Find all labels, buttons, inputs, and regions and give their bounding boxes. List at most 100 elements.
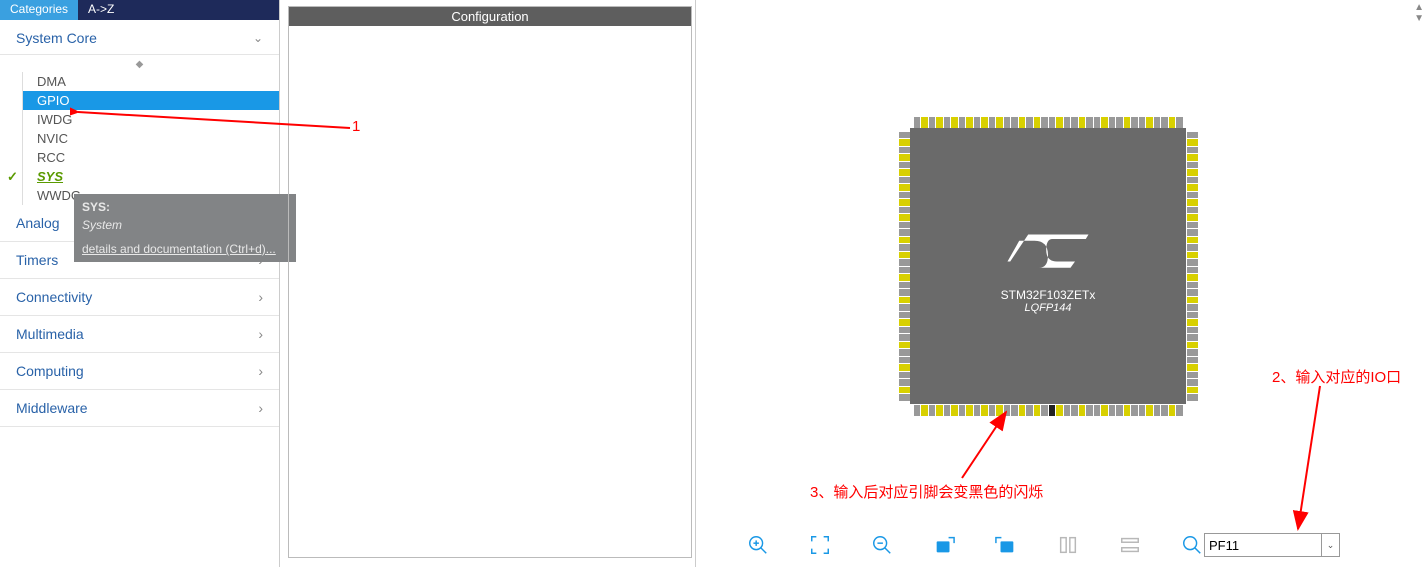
pin[interactable] — [1176, 405, 1183, 416]
pin[interactable] — [1071, 405, 1078, 416]
pin[interactable] — [1026, 405, 1033, 416]
pin[interactable] — [1049, 405, 1056, 416]
category-system-core[interactable]: System Core ⌄ — [0, 20, 279, 55]
category-computing[interactable]: Computing› — [0, 353, 279, 390]
pin[interactable] — [1131, 117, 1138, 128]
pin[interactable] — [936, 117, 943, 128]
pin[interactable] — [1187, 274, 1198, 281]
pin[interactable] — [1079, 405, 1086, 416]
pin[interactable] — [1187, 199, 1198, 206]
pin[interactable] — [1187, 289, 1198, 296]
pin[interactable] — [1154, 405, 1161, 416]
pin[interactable] — [929, 405, 936, 416]
pin[interactable] — [914, 117, 921, 128]
pin[interactable] — [1187, 372, 1198, 379]
pin[interactable] — [1187, 154, 1198, 161]
pin[interactable] — [1131, 405, 1138, 416]
pin[interactable] — [899, 274, 910, 281]
pin[interactable] — [1079, 117, 1086, 128]
pin[interactable] — [1187, 364, 1198, 371]
pin[interactable] — [1187, 349, 1198, 356]
pin[interactable] — [1146, 405, 1153, 416]
pin[interactable] — [1049, 117, 1056, 128]
search-icon[interactable] — [1180, 533, 1204, 557]
pin[interactable] — [899, 304, 910, 311]
pin[interactable] — [1169, 117, 1176, 128]
pin[interactable] — [899, 267, 910, 274]
pin[interactable] — [899, 297, 910, 304]
pin[interactable] — [1187, 252, 1198, 259]
pin[interactable] — [1109, 117, 1116, 128]
sidebar-item-rcc[interactable]: RCC — [23, 148, 279, 167]
pin[interactable] — [1086, 405, 1093, 416]
pin[interactable] — [1187, 147, 1198, 154]
pin[interactable] — [1187, 177, 1198, 184]
pin[interactable] — [1004, 117, 1011, 128]
chip-body[interactable]: STM32F103ZETx LQFP144 — [910, 128, 1186, 404]
rotate-left-icon[interactable] — [994, 533, 1018, 557]
pin[interactable] — [899, 162, 910, 169]
pin-search-input[interactable] — [1204, 533, 1322, 557]
pin[interactable] — [1139, 117, 1146, 128]
pin[interactable] — [1071, 117, 1078, 128]
pin[interactable] — [1041, 117, 1048, 128]
pin[interactable] — [944, 405, 951, 416]
pin[interactable] — [899, 357, 910, 364]
pin[interactable] — [1034, 117, 1041, 128]
pin[interactable] — [914, 405, 921, 416]
pin[interactable] — [899, 334, 910, 341]
pin[interactable] — [1187, 327, 1198, 334]
tooltip-link[interactable]: details and documentation (Ctrl+d)... — [82, 232, 288, 256]
pin[interactable] — [1026, 117, 1033, 128]
pin[interactable] — [1124, 405, 1131, 416]
pin[interactable] — [1064, 405, 1071, 416]
sidebar-item-sys[interactable]: SYS — [23, 167, 279, 186]
pin[interactable] — [1187, 222, 1198, 229]
pin[interactable] — [989, 117, 996, 128]
pin[interactable] — [1187, 229, 1198, 236]
pin[interactable] — [1041, 405, 1048, 416]
sidebar-item-dma[interactable]: DMA — [23, 72, 279, 91]
pin[interactable] — [1187, 267, 1198, 274]
pin[interactable] — [1101, 405, 1108, 416]
pin[interactable] — [1094, 405, 1101, 416]
sort-caret-icon[interactable]: ◆ — [0, 55, 279, 72]
pin[interactable] — [1187, 379, 1198, 386]
pin[interactable] — [1187, 259, 1198, 266]
pin[interactable] — [899, 147, 910, 154]
pin[interactable] — [899, 312, 910, 319]
pin[interactable] — [1187, 312, 1198, 319]
scroll-indicator-icon[interactable]: ▲▼ — [1414, 2, 1424, 24]
pin[interactable] — [1019, 117, 1026, 128]
pin[interactable] — [899, 252, 910, 259]
pin[interactable] — [899, 132, 910, 139]
pin[interactable] — [899, 169, 910, 176]
tab-az[interactable]: A->Z — [78, 0, 124, 20]
pin[interactable] — [899, 154, 910, 161]
pin[interactable] — [1187, 244, 1198, 251]
pin[interactable] — [1187, 162, 1198, 169]
pin[interactable] — [1187, 192, 1198, 199]
pin[interactable] — [1187, 139, 1198, 146]
pin[interactable] — [1124, 117, 1131, 128]
pin[interactable] — [1187, 319, 1198, 326]
pin[interactable] — [1161, 117, 1168, 128]
category-middleware[interactable]: Middleware› — [0, 390, 279, 427]
pin[interactable] — [1187, 169, 1198, 176]
pin[interactable] — [899, 229, 910, 236]
pin[interactable] — [1056, 405, 1063, 416]
pin[interactable] — [899, 139, 910, 146]
pin[interactable] — [899, 177, 910, 184]
pin[interactable] — [1011, 117, 1018, 128]
pin[interactable] — [1154, 117, 1161, 128]
pin[interactable] — [899, 244, 910, 251]
pin[interactable] — [921, 405, 928, 416]
pin[interactable] — [1086, 117, 1093, 128]
pin[interactable] — [1187, 342, 1198, 349]
pin[interactable] — [899, 342, 910, 349]
pin[interactable] — [974, 117, 981, 128]
pin[interactable] — [1019, 405, 1026, 416]
pin[interactable] — [1094, 117, 1101, 128]
pin[interactable] — [996, 117, 1003, 128]
pin[interactable] — [899, 184, 910, 191]
